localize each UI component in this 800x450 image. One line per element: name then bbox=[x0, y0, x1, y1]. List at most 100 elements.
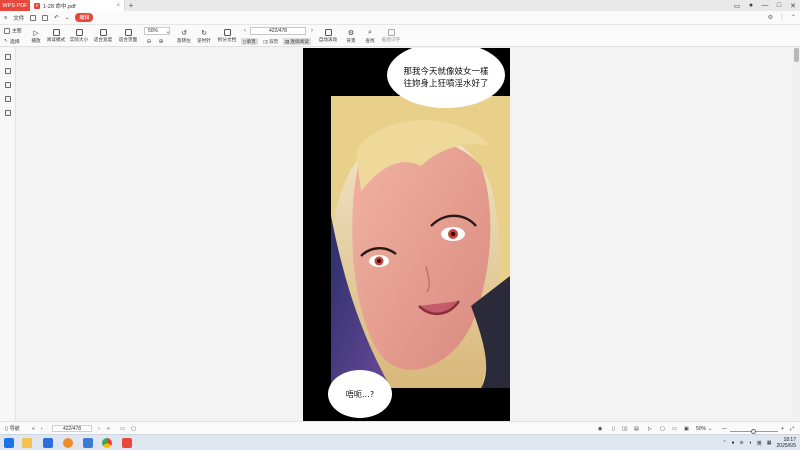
rotate-status-icon[interactable]: ▢ bbox=[131, 425, 136, 432]
comment-icon[interactable] bbox=[5, 82, 11, 88]
attachment-icon[interactable] bbox=[5, 96, 11, 102]
zoom-in-status-icon[interactable]: + bbox=[781, 425, 784, 432]
split-doc-button[interactable]: 拆分文档 bbox=[216, 25, 238, 47]
clock[interactable]: 18:17 2025/6/5 bbox=[777, 437, 796, 449]
expand-status-icon[interactable]: ⤢ bbox=[790, 425, 794, 432]
rotate-right-label: 逆时针 bbox=[197, 37, 211, 43]
document-tab[interactable]: P 1-28 命中.pdf × bbox=[30, 0, 125, 11]
zoom-dropdown-icon[interactable]: ⌄ bbox=[164, 27, 172, 35]
fit-width-button[interactable]: 适合宽度 bbox=[92, 25, 114, 47]
status-page-value: 422/478 bbox=[62, 425, 82, 432]
collapse-ribbon-icon[interactable]: ⌃ bbox=[791, 14, 796, 21]
zoom-in-icon[interactable]: ⊕ bbox=[157, 37, 165, 45]
status-page-input[interactable]: 422/478 bbox=[52, 425, 92, 432]
single-view-icon[interactable]: ▯ bbox=[612, 425, 615, 432]
eye-icon[interactable]: ◉ bbox=[598, 425, 602, 432]
pdf-page: 那我今天就像妓女一樣 往妳身上狂噴淫水好了 唔呃…? bbox=[303, 48, 510, 423]
open-folder-icon[interactable] bbox=[30, 14, 37, 21]
background-button[interactable]: ⚙ 背景 bbox=[343, 25, 359, 47]
input-language[interactable]: 英 bbox=[757, 440, 762, 447]
navigation-button[interactable]: ▯ 导航 bbox=[5, 425, 20, 433]
minimize-button[interactable]: — bbox=[758, 0, 772, 11]
file-explorer-icon[interactable] bbox=[22, 438, 32, 448]
signature-icon[interactable] bbox=[5, 110, 11, 116]
last-page-icon[interactable]: » bbox=[107, 425, 110, 432]
background-icon: ⚙ bbox=[347, 29, 355, 37]
wps-pdf-taskbar-icon[interactable] bbox=[122, 438, 132, 448]
vertical-scrollbar[interactable] bbox=[793, 48, 800, 421]
app-blue-icon[interactable] bbox=[43, 438, 53, 448]
volume-icon[interactable]: ◖ bbox=[749, 440, 752, 446]
fit-page-button[interactable]: 适合页面 bbox=[116, 25, 140, 47]
thumbnail-icon[interactable] bbox=[5, 68, 11, 74]
bookmark-icon[interactable] bbox=[5, 54, 11, 60]
prev-page-icon[interactable]: ‹ bbox=[241, 27, 249, 35]
prev-page-status-icon[interactable]: ‹ bbox=[41, 425, 43, 432]
app-browser-icon[interactable] bbox=[83, 438, 93, 448]
app-brand-tab[interactable]: WPS PDF bbox=[0, 0, 30, 11]
navigation-icon: ▯ bbox=[5, 425, 8, 432]
double-view-icon[interactable]: ▯▯ bbox=[622, 425, 628, 432]
user-account-icon[interactable]: ● bbox=[744, 0, 758, 11]
edit-mode-button[interactable]: 编辑 bbox=[75, 13, 94, 22]
menu-hamburger-icon[interactable]: ≡ bbox=[4, 15, 7, 21]
status-zoom-value[interactable]: 50% ⌄ bbox=[696, 425, 712, 432]
more-icon[interactable]: ⌄ bbox=[65, 15, 70, 21]
search-button[interactable]: ⌕ 查找 bbox=[362, 25, 378, 47]
rotate-right-icon: ↻ bbox=[201, 29, 207, 37]
keyboard-icon[interactable]: ▦ bbox=[767, 440, 772, 446]
continuous-icon: ▤ bbox=[285, 38, 290, 44]
undo-icon[interactable]: ↶ bbox=[54, 15, 59, 21]
fullscreen-status-icon[interactable]: ▢ bbox=[660, 425, 665, 432]
fit-status-icon[interactable]: ▭ bbox=[120, 425, 125, 432]
read-mode-icon bbox=[52, 29, 60, 36]
close-window-button[interactable]: ✕ bbox=[786, 0, 800, 11]
print-icon[interactable] bbox=[42, 14, 49, 21]
rotate-left-button[interactable]: ↺ 旋转左 bbox=[175, 25, 193, 47]
auto-scroll-button[interactable]: 自动滚动 bbox=[315, 25, 341, 47]
rotate-right-button[interactable]: ↻ 逆时针 bbox=[195, 25, 213, 47]
more-menu-icon[interactable]: ⋮ bbox=[779, 14, 785, 21]
settings-icon[interactable]: ⚙ bbox=[768, 14, 773, 21]
next-page-status-icon[interactable]: › bbox=[98, 425, 100, 432]
screen-capture-button[interactable]: 截图识字 bbox=[379, 25, 403, 47]
continuous-button[interactable]: ▤ 连续阅读 bbox=[283, 38, 311, 45]
zoom-out-icon[interactable]: ⊖ bbox=[145, 37, 153, 45]
tray-chevron-icon[interactable]: ⌃ bbox=[722, 440, 726, 446]
windows-start-icon[interactable] bbox=[4, 438, 14, 448]
toolbar: 主图 ↖ 选择 ▷ 播放 阅读模式 实际大小 适合宽度 适合页面 50% ⌄ ⊖… bbox=[0, 25, 800, 47]
pdf-file-icon: P bbox=[34, 2, 40, 9]
play-status-icon[interactable]: ▷ bbox=[648, 425, 652, 432]
app-orange-icon[interactable] bbox=[63, 438, 73, 448]
restore-layout-icon[interactable]: ▭ bbox=[730, 0, 744, 11]
actual-size-button[interactable]: 实际大小 bbox=[68, 25, 90, 47]
double-page-button[interactable]: ▯▯ 双页 bbox=[261, 38, 280, 45]
select-button[interactable]: ↖ 选择 bbox=[4, 38, 20, 45]
close-tab-icon[interactable]: × bbox=[116, 3, 120, 9]
fit-page-icon bbox=[124, 29, 132, 36]
single-page-icon: ▯ bbox=[243, 38, 246, 44]
page-number-input[interactable]: 422/478 bbox=[250, 27, 306, 35]
document-area[interactable]: 那我今天就像妓女一樣 往妳身上狂噴淫水好了 唔呃…? bbox=[17, 48, 793, 423]
scrollbar-thumb[interactable] bbox=[794, 48, 799, 62]
title-bar: WPS PDF P 1-28 命中.pdf × + ▭ ● — □ ✕ bbox=[0, 0, 800, 11]
fit-page-status-icon[interactable]: ▣ bbox=[684, 425, 689, 432]
hand-mode-button[interactable]: 主图 bbox=[4, 27, 22, 34]
single-page-button[interactable]: ▯ 单页 bbox=[241, 38, 258, 45]
split-doc-label: 拆分文档 bbox=[217, 37, 237, 42]
new-tab-button[interactable]: + bbox=[125, 0, 137, 11]
search-label: 查找 bbox=[365, 37, 375, 43]
fit-width-status-icon[interactable]: ▭ bbox=[672, 425, 677, 432]
zoom-out-status-icon[interactable]: — bbox=[722, 425, 727, 432]
maximize-button[interactable]: □ bbox=[772, 0, 786, 11]
first-page-icon[interactable]: « bbox=[32, 425, 35, 432]
zoom-slider-track[interactable] bbox=[730, 429, 778, 434]
wifi-icon[interactable]: ≋ bbox=[740, 440, 744, 446]
fit-page-label: 适合页面 bbox=[118, 37, 138, 42]
menu-file[interactable]: 文件 bbox=[13, 14, 24, 22]
tray-app-icon[interactable]: ● bbox=[732, 440, 735, 446]
window-controls: ▭ ● — □ ✕ bbox=[730, 0, 800, 11]
chrome-icon[interactable] bbox=[102, 438, 112, 448]
read-mode-button[interactable]: 阅读模式 bbox=[43, 25, 69, 47]
scroll-view-icon[interactable]: ▤ bbox=[634, 425, 639, 432]
